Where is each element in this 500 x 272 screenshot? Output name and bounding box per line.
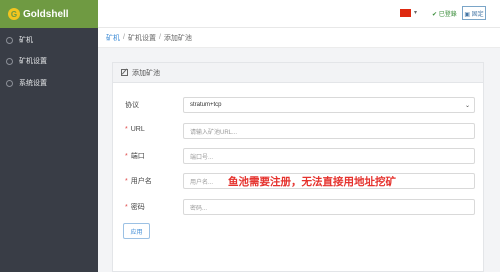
protocol-select[interactable]: stratum+tcp ⌄ xyxy=(183,97,475,113)
breadcrumb-miner-settings[interactable]: 矿机设置 xyxy=(128,33,156,43)
card-header: 添加矿池 xyxy=(113,63,483,83)
url-row: * URL 请输入矿池URL... xyxy=(113,123,485,139)
protocol-row: 协议 stratum+tcp ⌄ xyxy=(113,97,485,113)
breadcrumb-separator: / xyxy=(158,34,161,41)
top-header: ▾ ✔ 已登錄 ▣ 固定 xyxy=(98,0,500,28)
chevron-down-icon[interactable]: ▾ xyxy=(414,9,417,16)
brand-header: G Goldshell xyxy=(0,0,98,28)
password-label: * 密码 xyxy=(125,204,145,211)
annotation-note: 鱼池需要注册，无法直接用地址挖矿 xyxy=(228,176,396,188)
login-status: ✔ 已登錄 xyxy=(432,12,457,18)
china-flag-icon[interactable] xyxy=(400,9,411,17)
protocol-value: stratum+tcp xyxy=(190,102,222,108)
sidebar-item-label: 矿机设置 xyxy=(19,58,47,65)
url-input[interactable]: 请输入矿池URL... xyxy=(183,123,475,139)
breadcrumb: 矿机 / 矿机设置 / 添加矿池 xyxy=(98,28,500,48)
port-input[interactable]: 端口号... xyxy=(183,148,475,164)
goldshell-logo-icon: G xyxy=(8,8,20,20)
sidebar-item-miner[interactable]: 矿机 xyxy=(0,30,98,50)
fix-button[interactable]: ▣ 固定 xyxy=(462,6,486,20)
sidebar-item-miner-settings[interactable]: 矿机设置 xyxy=(0,51,98,71)
circle-icon xyxy=(6,57,13,65)
protocol-label: 协议 xyxy=(125,102,139,109)
apply-button[interactable]: 应用 xyxy=(123,223,150,239)
circle-icon xyxy=(6,79,13,87)
breadcrumb-miner[interactable]: 矿机 xyxy=(106,33,120,43)
sidebar-item-system-settings[interactable]: 系统设置 xyxy=(0,73,98,93)
breadcrumb-add-pool: 添加矿池 xyxy=(163,34,192,42)
circle-icon xyxy=(6,36,13,44)
edit-icon xyxy=(121,69,128,76)
sidebar-item-label: 系统设置 xyxy=(19,80,47,87)
port-label: * 端口 xyxy=(125,153,145,160)
url-label: * URL xyxy=(125,126,145,133)
add-pool-card: 添加矿池 协议 stratum+tcp ⌄ * URL 请输入矿池URL... *… xyxy=(112,62,484,272)
brand-name: Goldshell xyxy=(23,9,69,20)
sidebar: G Goldshell 矿机 矿机设置 系统设置 xyxy=(0,0,98,272)
chevron-down-icon: ⌄ xyxy=(464,103,470,109)
username-label: * 用户名 xyxy=(125,178,152,185)
card-title: 添加矿池 xyxy=(132,69,160,77)
sidebar-item-label: 矿机 xyxy=(19,37,33,44)
password-input[interactable]: 密码... xyxy=(183,199,475,215)
password-row: * 密码 密码... xyxy=(113,199,485,215)
breadcrumb-separator: / xyxy=(123,34,125,41)
port-row: * 端口 端口号... xyxy=(113,148,485,164)
